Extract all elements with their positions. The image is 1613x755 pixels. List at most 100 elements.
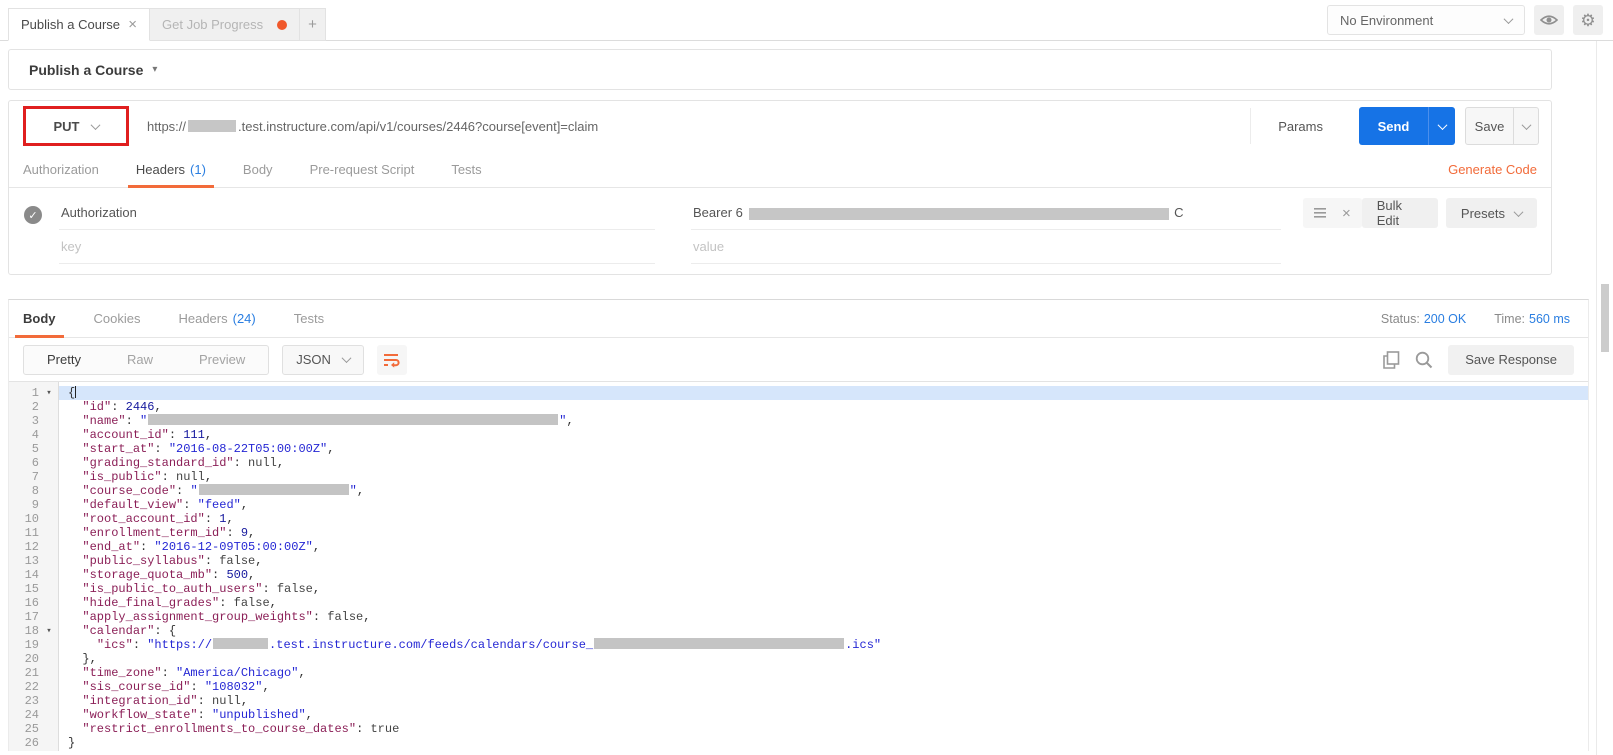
line-number: 5 bbox=[31, 442, 39, 456]
code-line: 22 "sis_course_id": "108032", bbox=[9, 680, 1588, 694]
code-token: "name" bbox=[82, 414, 126, 428]
code-token: "is_public_to_auth_users" bbox=[82, 582, 263, 596]
chevron-down-icon bbox=[1513, 206, 1524, 217]
code-line: 17 "apply_assignment_group_weights": fal… bbox=[9, 610, 1588, 624]
new-header-value-field[interactable]: value bbox=[691, 230, 1281, 264]
code-token: : bbox=[168, 428, 184, 442]
request-tab-get-job-progress[interactable]: Get Job Progress bbox=[150, 8, 300, 41]
header-enabled-checkbox[interactable]: ✓ bbox=[24, 206, 42, 224]
code-token: "apply_assignment_group_weights" bbox=[82, 610, 313, 624]
code-token: : bbox=[132, 638, 148, 652]
fold-gutter bbox=[39, 442, 59, 456]
caret-down-icon[interactable]: ▾ bbox=[152, 64, 157, 75]
delete-row-icon[interactable]: × bbox=[1342, 206, 1351, 221]
line-number: 15 bbox=[24, 582, 39, 596]
close-icon[interactable]: × bbox=[128, 17, 137, 32]
header-value-field[interactable]: Bearer 6 C bbox=[691, 196, 1281, 230]
send-options-button[interactable] bbox=[1428, 107, 1455, 145]
tab-pre-request-script[interactable]: Pre-request Script bbox=[310, 151, 415, 187]
response-tab-body[interactable]: Body bbox=[15, 300, 63, 338]
redacted-value bbox=[594, 638, 845, 649]
code-token: : bbox=[233, 456, 249, 470]
tab-authorization[interactable]: Authorization bbox=[23, 151, 99, 187]
fold-arrow-icon[interactable]: ▾ bbox=[39, 624, 59, 638]
code-content: "name": " ", bbox=[59, 414, 1588, 428]
line-number: 9 bbox=[31, 498, 39, 512]
response-body-editor[interactable]: 1 ▾{2 "id": 2446, 3 "name": " ", 4 "account_… bbox=[9, 381, 1588, 751]
fold-gutter bbox=[39, 414, 59, 428]
response-tab-headers[interactable]: Headers (24) bbox=[174, 300, 259, 337]
chevron-down-icon bbox=[1437, 119, 1447, 130]
settings-button[interactable]: ⚙ bbox=[1573, 5, 1603, 35]
time-label: Time: bbox=[1494, 311, 1525, 326]
search-icon[interactable] bbox=[1415, 351, 1433, 369]
line-number: 26 bbox=[24, 736, 39, 750]
environment-selector[interactable]: No Environment bbox=[1327, 5, 1525, 35]
code-token: "root_account_id" bbox=[82, 512, 205, 526]
code-token: "time_zone" bbox=[82, 666, 162, 680]
fold-gutter bbox=[39, 456, 59, 470]
response-tab-cookies[interactable]: Cookies bbox=[90, 300, 145, 337]
code-token: : bbox=[125, 414, 141, 428]
fold-gutter bbox=[39, 428, 59, 442]
redacted-value bbox=[213, 638, 269, 649]
fold-gutter bbox=[39, 526, 59, 540]
scrollbar-thumb[interactable] bbox=[1601, 284, 1609, 352]
fold-arrow-icon[interactable]: ▾ bbox=[39, 386, 59, 400]
params-button[interactable]: Params bbox=[1250, 108, 1350, 144]
tab-body[interactable]: Body bbox=[243, 151, 273, 187]
chevron-down-icon bbox=[1521, 119, 1531, 130]
fold-gutter bbox=[39, 582, 59, 596]
wrap-text-button[interactable] bbox=[376, 344, 407, 375]
copy-icon[interactable] bbox=[1383, 350, 1400, 369]
view-mode-pretty[interactable]: Pretty bbox=[24, 346, 104, 374]
header-value-suffix: C bbox=[1174, 205, 1184, 220]
code-token: "start_at" bbox=[82, 442, 155, 456]
response-panel: Body Cookies Headers (24) Tests Status: 2… bbox=[8, 299, 1589, 751]
generate-code-link[interactable]: Generate Code bbox=[1448, 151, 1537, 187]
tab-count: (24) bbox=[232, 311, 256, 326]
view-mode-preview[interactable]: Preview bbox=[176, 346, 268, 374]
code-line: 2 "id": 2446, bbox=[9, 400, 1588, 414]
reorder-handle-icon[interactable] bbox=[1314, 208, 1326, 218]
code-line: 4 "account_id": 111, bbox=[9, 428, 1588, 442]
time-value: 560 ms bbox=[1529, 311, 1570, 326]
environment-quick-look-button[interactable] bbox=[1534, 5, 1564, 35]
url-input[interactable]: https:// .test.instructure.com/api/v1/co… bbox=[129, 108, 1250, 144]
save-button[interactable]: Save bbox=[1465, 107, 1514, 145]
code-content: "root_account_id": 1, bbox=[59, 512, 1588, 526]
save-response-button[interactable]: Save Response bbox=[1448, 344, 1574, 375]
tab-label: Pre-request Script bbox=[309, 161, 415, 177]
method-selector[interactable]: PUT bbox=[26, 109, 126, 143]
response-format-selector[interactable]: JSON bbox=[282, 344, 364, 375]
send-button[interactable]: Send bbox=[1359, 107, 1428, 145]
code-token: } bbox=[68, 736, 76, 750]
code-line: 25 "restrict_enrollments_to_course_dates… bbox=[9, 722, 1588, 736]
response-tab-tests[interactable]: Tests bbox=[290, 300, 328, 337]
code-content: "end_at": "2016-12-09T05:00:00Z", bbox=[59, 540, 1588, 554]
save-options-button[interactable] bbox=[1514, 107, 1539, 145]
header-key-field[interactable]: Authorization bbox=[59, 196, 655, 230]
redacted-url-segment bbox=[188, 120, 237, 132]
request-tab-publish-a-course[interactable]: Publish a Course × bbox=[8, 8, 150, 41]
view-mode-raw[interactable]: Raw bbox=[104, 346, 176, 374]
tab-headers[interactable]: Headers (1) bbox=[127, 151, 214, 188]
code-token: " bbox=[349, 484, 357, 498]
bulk-edit-button[interactable]: Bulk Edit bbox=[1361, 198, 1438, 228]
code-token: , bbox=[240, 694, 249, 708]
presets-button[interactable]: Presets bbox=[1445, 198, 1537, 228]
code-token: .ics" bbox=[845, 638, 882, 652]
new-tab-button[interactable]: + bbox=[300, 8, 326, 41]
tab-tests[interactable]: Tests bbox=[451, 151, 481, 187]
window-scrollbar-rail bbox=[1596, 41, 1613, 755]
new-header-key-field[interactable]: key bbox=[59, 230, 655, 264]
code-token: null bbox=[176, 470, 205, 484]
code-token: , bbox=[248, 526, 256, 540]
fold-gutter bbox=[39, 498, 59, 512]
code-token: , bbox=[255, 554, 263, 568]
